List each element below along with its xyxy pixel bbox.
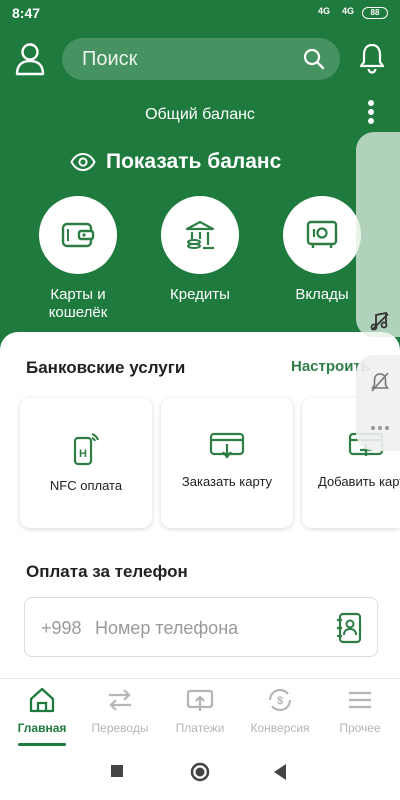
wallet-icon: [61, 222, 95, 248]
notification-bell-icon[interactable]: [358, 42, 386, 74]
profile-icon[interactable]: [14, 42, 46, 76]
bell-off-icon[interactable]: [369, 371, 391, 393]
quick-action-circle: [39, 196, 117, 274]
nav-other[interactable]: Прочее: [320, 679, 400, 747]
bank-services-title: Банковские услуги: [26, 358, 186, 377]
music-off-icon[interactable]: [369, 310, 391, 332]
home-button-icon[interactable]: [190, 762, 210, 782]
nav-conversion[interactable]: $ Конверсия: [240, 679, 320, 747]
service-card-nfc[interactable]: H NFC оплата: [20, 398, 152, 528]
quick-action-label: Карты и кошелёк: [48, 286, 108, 321]
conversion-icon: $: [268, 688, 292, 712]
eye-icon: [70, 152, 96, 172]
phone-placeholder: Номер телефона: [95, 618, 239, 638]
edge-panel[interactable]: [356, 132, 400, 337]
contacts-book-icon[interactable]: [335, 612, 363, 644]
quick-action-label: Кредиты: [170, 286, 230, 303]
payments-icon: [186, 689, 214, 711]
service-label: NFC оплата: [49, 478, 123, 493]
search-placeholder: Поиск: [82, 48, 138, 70]
back-icon[interactable]: [272, 763, 288, 781]
more-dots-icon[interactable]: [369, 417, 391, 439]
menu-icon: [349, 691, 371, 709]
transfer-icon: [109, 689, 131, 711]
phone-payment-title: Оплата за телефон: [26, 562, 188, 581]
system-navigation: [0, 746, 400, 800]
top-bar: Поиск: [0, 38, 400, 82]
nav-label: Конверсия: [250, 721, 310, 735]
quick-action-circle: [283, 196, 361, 274]
quick-action-cards[interactable]: Карты и кошелёк: [38, 196, 118, 322]
nav-payments[interactable]: Платежи: [160, 679, 240, 747]
service-card-order-card[interactable]: Заказать карту: [161, 398, 293, 528]
nav-label: Главная: [17, 721, 67, 735]
edge-panel-lower[interactable]: [356, 355, 400, 451]
search-icon[interactable]: [302, 47, 326, 71]
status-bar: 8:47 4G 4G 88: [0, 0, 400, 26]
order-card-icon: [209, 432, 245, 459]
safe-icon: [306, 220, 338, 248]
nfc-phone-icon: H: [73, 433, 99, 466]
home-icon: [29, 687, 55, 713]
show-balance-button[interactable]: Показать баланс: [70, 146, 281, 178]
service-label: Добавить карту: [318, 474, 400, 489]
quick-action-deposits[interactable]: Вклады: [282, 196, 362, 304]
svg-text:$: $: [277, 695, 283, 707]
service-label: Заказать карту: [181, 474, 273, 489]
show-balance-label: Показать баланс: [106, 150, 282, 173]
quick-action-credits[interactable]: Кредиты: [160, 196, 240, 304]
signal-icon: 4G: [318, 6, 331, 16]
svg-text:H: H: [79, 448, 87, 460]
nav-transfers[interactable]: Переводы: [80, 679, 160, 747]
nav-label: Переводы: [91, 721, 149, 735]
quick-action-label: Вклады: [295, 286, 349, 303]
nav-label: Платежи: [175, 721, 225, 735]
nav-label: Прочее: [339, 721, 381, 735]
bank-coins-icon: [185, 220, 215, 250]
phone-prefix: +998: [41, 618, 82, 638]
bottom-navigation: Главная Переводы Платежи $ Конверсия Про…: [0, 678, 400, 746]
status-time: 8:47: [12, 5, 41, 21]
signal-icon-2: 4G: [342, 6, 355, 16]
battery-icon: 88: [362, 7, 388, 19]
quick-action-circle: [161, 196, 239, 274]
nav-home[interactable]: Главная: [2, 679, 82, 747]
phone-number-input[interactable]: +998 Номер телефона: [24, 597, 378, 657]
recent-apps-icon[interactable]: [110, 764, 124, 778]
balance-caption: Общий баланс: [145, 106, 255, 123]
search-input[interactable]: Поиск: [62, 38, 340, 80]
